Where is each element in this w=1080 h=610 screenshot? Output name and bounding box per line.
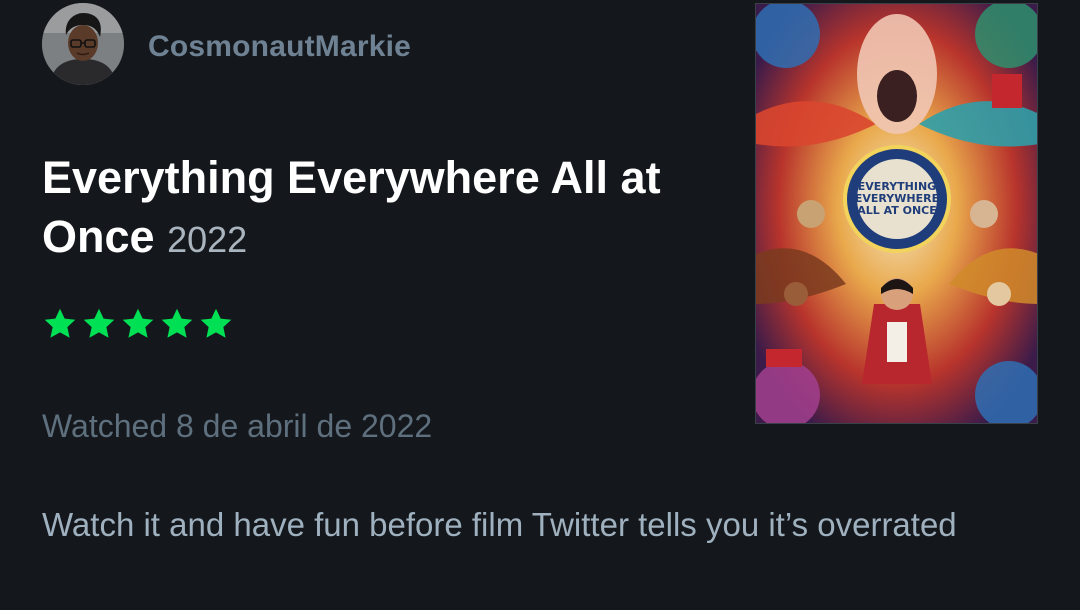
star-icon (122, 308, 154, 338)
poster-title-line-3: ALL AT ONCE (857, 204, 937, 217)
star-icon (83, 308, 115, 338)
watched-date: Watched 8 de abril de 2022 (42, 408, 433, 444)
review-text: Watch it and have fun before film Twitte… (42, 506, 957, 543)
star-rating (42, 306, 234, 342)
star-icon (200, 308, 232, 338)
film-year[interactable]: 2022 (167, 219, 247, 260)
film-poster[interactable]: EVERYTHING EVERYWHERE ALL AT ONCE (755, 3, 1038, 424)
film-title-block: Everything Everywhere All at Once 2022 (42, 148, 732, 269)
username[interactable]: CosmonautMarkie (148, 27, 411, 67)
review-card: CosmonautMarkie Everything Everywhere Al… (0, 0, 1080, 610)
star-icon (161, 308, 193, 338)
star-icon (44, 308, 76, 338)
user-avatar[interactable] (42, 3, 124, 85)
avatar-image (42, 3, 124, 85)
film-title[interactable]: Everything Everywhere All at Once (42, 152, 661, 262)
poster-artwork: EVERYTHING EVERYWHERE ALL AT ONCE (756, 4, 1037, 423)
